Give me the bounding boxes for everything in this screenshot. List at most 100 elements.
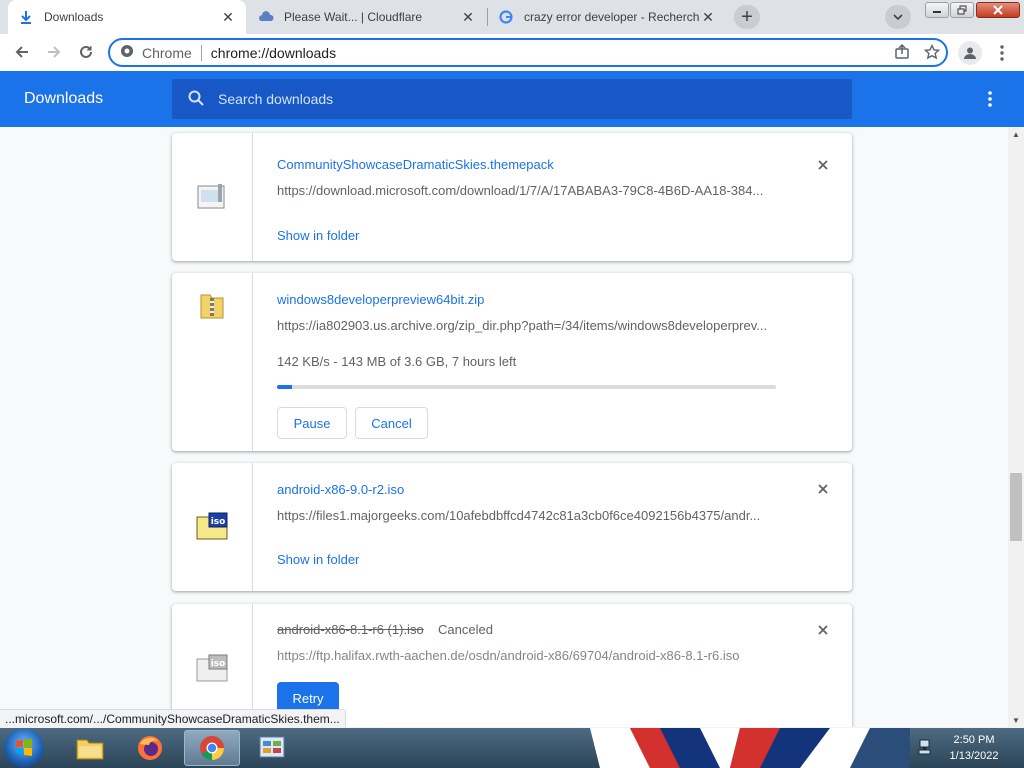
omnibox-actions	[894, 43, 941, 63]
taskbar-explorer[interactable]	[62, 730, 118, 766]
download-progress-bar	[277, 385, 776, 389]
download-item: windows8developerpreview64bit.zip https:…	[172, 273, 852, 451]
download-progress-text: 142 KB/s - 143 MB of 3.6 GB, 7 hours lef…	[277, 354, 517, 369]
browser-toolbar: Chrome chrome://downloads	[0, 34, 1024, 71]
scrollbar-thumb[interactable]	[1010, 473, 1022, 541]
file-icon-column	[172, 133, 253, 261]
more-vert-icon	[1000, 45, 1004, 61]
reload-button[interactable]	[72, 38, 100, 66]
download-status-badge: Canceled	[438, 622, 493, 637]
control-panel-icon	[259, 736, 285, 758]
file-url[interactable]: https://ftp.halifax.rwth-aachen.de/osdn/…	[277, 648, 777, 663]
search-downloads-field[interactable]: Search downloads	[172, 79, 852, 119]
close-tab-icon[interactable]: ✕	[460, 9, 476, 25]
svg-text:iso: iso	[211, 517, 226, 527]
taskbar-clock[interactable]: 2:50 PM 1/13/2022	[938, 732, 1010, 764]
omnibox-divider	[200, 44, 202, 61]
tab-google-search[interactable]: crazy error developer - Recherche ✕	[488, 0, 726, 34]
share-icon[interactable]	[894, 43, 910, 63]
start-button[interactable]	[4, 729, 44, 767]
network-icon[interactable]	[918, 738, 934, 759]
profile-avatar-button[interactable]	[958, 41, 982, 65]
file-name-text: android-x86-8.1-r6 (1).iso	[277, 622, 424, 637]
more-vert-icon	[988, 91, 992, 107]
tab-strip: Downloads ✕ Please Wait... | Cloudflare …	[0, 0, 1024, 34]
progress-fill	[277, 385, 292, 389]
scroll-down-icon[interactable]: ▼	[1008, 713, 1024, 727]
show-in-folder-link[interactable]: Show in folder	[277, 228, 359, 243]
close-icon	[993, 5, 1003, 15]
clock-date: 1/13/2022	[949, 750, 999, 762]
minimize-button[interactable]	[925, 2, 949, 18]
url-text[interactable]: chrome://downloads	[211, 45, 336, 61]
back-button[interactable]	[8, 38, 36, 66]
show-in-folder-link[interactable]: Show in folder	[277, 552, 359, 567]
google-icon	[498, 9, 514, 25]
chrome-icon	[200, 736, 224, 760]
link-status-bubble: ...microsoft.com/.../CommunityShowcaseDr…	[0, 709, 346, 728]
restore-button[interactable]	[950, 2, 974, 18]
tab-title: Downloads	[44, 10, 104, 24]
iso-file-icon: iso	[195, 511, 229, 544]
file-name-link[interactable]: android-x86-9.0-r2.iso	[277, 482, 404, 497]
chrome-page-icon	[120, 44, 134, 61]
tab-title: crazy error developer - Recherche	[524, 10, 700, 24]
browser-menu-button[interactable]	[993, 42, 1011, 64]
close-icon	[818, 625, 828, 635]
windows-logo-icon	[16, 739, 32, 756]
file-icon-column	[172, 273, 253, 451]
close-icon	[818, 160, 828, 170]
download-item: iso android-x86-9.0-r2.iso https://files…	[172, 463, 852, 591]
tab-downloads[interactable]: Downloads ✕	[8, 0, 246, 34]
file-icon-column: iso	[172, 463, 253, 591]
taskbar-firefox[interactable]	[122, 730, 178, 766]
file-name-link[interactable]: CommunityShowcaseDramaticSkies.themepack	[277, 157, 554, 172]
tab-search-button[interactable]	[885, 5, 911, 29]
reload-icon	[80, 45, 92, 58]
forward-button[interactable]	[40, 38, 68, 66]
firefox-icon	[138, 736, 162, 760]
pause-button[interactable]: Pause	[277, 407, 347, 439]
desktop-wallpaper	[590, 728, 910, 768]
file-url[interactable]: https://download.microsoft.com/download/…	[277, 183, 777, 198]
search-icon	[188, 90, 204, 109]
scheme-label: Chrome	[142, 44, 192, 61]
downloads-list: CommunityShowcaseDramaticSkies.themepack…	[0, 127, 1008, 727]
zip-folder-icon	[198, 291, 226, 324]
search-input[interactable]: Search downloads	[218, 91, 333, 107]
cancel-button[interactable]: Cancel	[355, 407, 428, 439]
cloudflare-icon	[258, 9, 274, 25]
close-tab-icon[interactable]: ✕	[220, 9, 236, 25]
restore-icon	[957, 5, 967, 15]
taskbar-chrome[interactable]	[184, 730, 240, 766]
arrow-left-icon	[15, 46, 28, 58]
arrow-right-icon	[48, 46, 61, 58]
clock-time: 2:50 PM	[953, 734, 995, 746]
themepack-file-icon	[196, 182, 228, 213]
remove-from-list-button[interactable]	[814, 480, 832, 498]
taskbar-control-panel[interactable]	[244, 730, 300, 766]
close-icon	[818, 484, 828, 494]
minimize-icon	[933, 11, 941, 13]
close-tab-icon[interactable]: ✕	[700, 9, 716, 25]
downloads-header: Downloads Search downloads	[0, 71, 1024, 127]
file-name-canceled: android-x86-8.1-r6 (1).iso	[277, 622, 424, 637]
download-item: CommunityShowcaseDramaticSkies.themepack…	[172, 133, 852, 261]
vertical-scrollbar[interactable]: ▲ ▼	[1008, 127, 1024, 727]
bookmark-star-icon[interactable]	[923, 43, 941, 63]
tab-cloudflare[interactable]: Please Wait... | Cloudflare ✕	[248, 0, 486, 34]
downloads-menu-button[interactable]	[982, 87, 998, 111]
tab-title: Please Wait... | Cloudflare	[284, 10, 423, 24]
file-url[interactable]: https://files1.majorgeeks.com/10afebdbff…	[277, 508, 777, 523]
remove-from-list-button[interactable]	[814, 621, 832, 639]
new-tab-button[interactable]: +	[734, 5, 760, 29]
close-window-button[interactable]	[976, 2, 1020, 18]
windows-taskbar: 2:50 PM 1/13/2022	[0, 728, 1024, 768]
address-bar[interactable]: Chrome chrome://downloads	[108, 38, 948, 67]
file-url[interactable]: https://ia802903.us.archive.org/zip_dir.…	[277, 318, 777, 333]
person-icon	[964, 47, 976, 59]
remove-from-list-button[interactable]	[814, 156, 832, 174]
file-name-link[interactable]: windows8developerpreview64bit.zip	[277, 292, 484, 307]
scroll-up-icon[interactable]: ▲	[1008, 127, 1024, 141]
download-icon	[18, 9, 34, 25]
